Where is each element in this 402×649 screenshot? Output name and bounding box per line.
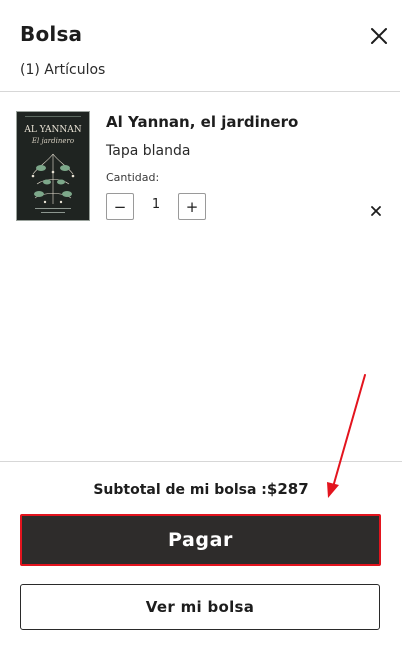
- close-button[interactable]: [368, 25, 390, 47]
- decrease-quantity-button[interactable]: −: [106, 193, 134, 220]
- item-count: (1) Artículos: [20, 62, 106, 78]
- bag-footer: Subtotal de mi bolsa :$287 Pagar Ver mi …: [0, 461, 402, 649]
- pay-button[interactable]: Pagar: [20, 514, 381, 566]
- cover-title-text: AL YANNAN: [23, 125, 81, 135]
- product-title[interactable]: Al Yannan, el jardinero: [106, 113, 298, 131]
- header-divider: [0, 91, 400, 92]
- subtotal-amount: $287: [266, 480, 309, 498]
- shopping-bag-panel: Bolsa (1) Artículos AL YANNAN El jardine…: [0, 0, 402, 649]
- cover-subtitle-text: El jardinero: [31, 137, 74, 145]
- subtotal-label: Subtotal de mi bolsa :: [93, 482, 267, 498]
- close-icon: [371, 28, 387, 44]
- view-bag-button[interactable]: Ver mi bolsa: [20, 584, 380, 630]
- bag-title: Bolsa: [20, 22, 83, 46]
- increase-quantity-button[interactable]: +: [178, 193, 206, 220]
- book-cover-image[interactable]: AL YANNAN El jardinero: [16, 111, 90, 221]
- quantity-value: 1: [151, 197, 161, 212]
- bag-header: Bolsa (1) Artículos: [20, 0, 402, 92]
- subtotal: Subtotal de mi bolsa :$287: [0, 480, 402, 498]
- book-cover-art: AL YANNAN El jardinero: [17, 112, 89, 220]
- close-icon: [371, 206, 381, 216]
- cart-item: AL YANNAN El jardinero Al Yannan, el jar…: [16, 111, 396, 223]
- product-format: Tapa blanda: [106, 143, 191, 159]
- remove-item-button[interactable]: [369, 203, 383, 217]
- quantity-label: Cantidad:: [106, 171, 160, 184]
